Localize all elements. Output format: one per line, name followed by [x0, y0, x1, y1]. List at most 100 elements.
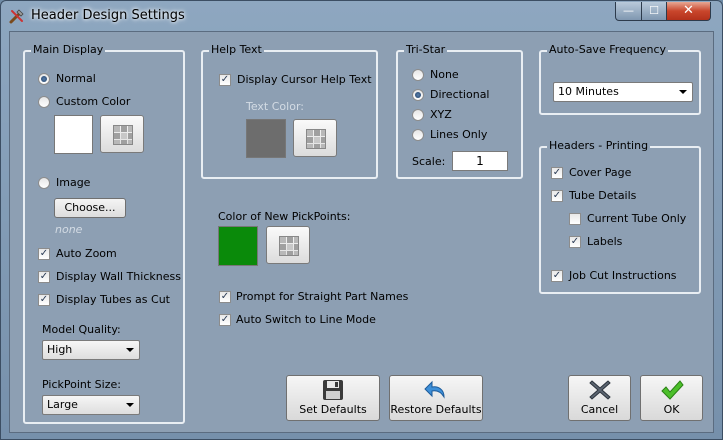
- set-defaults-button[interactable]: Set Defaults: [286, 375, 380, 421]
- custom-color-radio[interactable]: [38, 96, 50, 108]
- help-text-title: Help Text: [209, 43, 264, 56]
- image-name: none: [55, 223, 83, 236]
- main-display-group: Main Display Normal Custom Color Image C…: [23, 43, 185, 424]
- model-quality-label: Model Quality:: [42, 323, 121, 336]
- tristar-group: Tri-Star None Directional XYZ Lines Only…: [396, 43, 523, 179]
- checkmark-icon: ✓: [552, 270, 562, 281]
- tristar-lines-only-radio[interactable]: [412, 129, 424, 141]
- current-tube-only-checkbox[interactable]: [569, 213, 581, 225]
- checkmark-icon: ✓: [552, 167, 562, 178]
- minimize-icon: —: [623, 4, 634, 17]
- save-icon: [323, 380, 343, 400]
- close-button[interactable]: ✕: [666, 2, 711, 21]
- cancel-label: Cancel: [580, 403, 619, 416]
- labels-label: Labels: [587, 235, 623, 248]
- minimize-button[interactable]: —: [615, 2, 642, 21]
- close-icon: ✕: [683, 3, 694, 18]
- tube-details-label: Tube Details: [569, 189, 637, 202]
- scale-input[interactable]: 1: [452, 151, 508, 171]
- close-x-icon: [588, 380, 611, 400]
- maximize-button[interactable]: ☐: [641, 2, 667, 21]
- checkmark-icon: ✓: [39, 271, 49, 282]
- tristar-title: Tri-Star: [404, 43, 448, 56]
- title-bar[interactable]: Header Design Settings — ☐ ✕: [1, 1, 722, 31]
- scale-label: Scale:: [412, 155, 446, 168]
- restore-defaults-button[interactable]: Restore Defaults: [389, 375, 483, 421]
- display-wall-thickness-checkbox[interactable]: ✓: [38, 271, 50, 283]
- job-cut-instructions-checkbox[interactable]: ✓: [551, 270, 563, 282]
- checkmark-icon: ✓: [39, 248, 49, 259]
- autosave-value: 10 Minutes: [558, 85, 619, 98]
- pickpoint-size-select[interactable]: Large: [42, 395, 140, 415]
- tristar-xyz-radio[interactable]: [412, 109, 424, 121]
- job-cut-instructions-label: Job Cut Instructions: [569, 269, 677, 282]
- cover-page-checkbox[interactable]: ✓: [551, 167, 563, 179]
- main-display-title: Main Display: [31, 43, 106, 56]
- image-label: Image: [56, 176, 91, 189]
- chevron-down-icon: [679, 90, 687, 94]
- headers-printing-group: Headers - Printing ✓ Cover Page ✓ Tube D…: [539, 139, 701, 294]
- undo-icon: [424, 380, 445, 399]
- auto-zoom-checkbox[interactable]: ✓: [38, 248, 50, 260]
- window-title: Header Design Settings: [31, 8, 185, 23]
- cancel-button[interactable]: Cancel: [568, 375, 631, 421]
- help-text-group: Help Text ✓ Display Cursor Help Text Tex…: [201, 43, 378, 179]
- custom-color-picker-button[interactable]: [100, 115, 144, 153]
- headers-printing-title: Headers - Printing: [547, 139, 651, 152]
- auto-zoom-label: Auto Zoom: [56, 247, 117, 260]
- checkmark-icon: ✓: [220, 314, 230, 325]
- model-quality-value: High: [47, 343, 73, 356]
- labels-checkbox[interactable]: ✓: [569, 236, 581, 248]
- choose-image-label: Choose...: [64, 201, 116, 214]
- tube-details-checkbox[interactable]: ✓: [551, 190, 563, 202]
- prompt-straight-checkbox[interactable]: ✓: [219, 291, 231, 303]
- auto-switch-checkbox[interactable]: ✓: [219, 314, 231, 326]
- tristar-directional-label: Directional: [430, 88, 490, 101]
- restore-defaults-label: Restore Defaults: [390, 403, 482, 416]
- pickpoint-size-value: Large: [47, 398, 78, 411]
- tristar-directional-radio[interactable]: [412, 89, 424, 101]
- text-color-swatch: [246, 119, 286, 158]
- normal-label: Normal: [56, 72, 96, 85]
- image-radio[interactable]: [38, 177, 50, 189]
- pickpoint-color-swatch: [218, 226, 258, 266]
- text-color-label: Text Color:: [246, 100, 304, 113]
- current-tube-only-label: Current Tube Only: [587, 212, 687, 225]
- maximize-icon: ☐: [649, 4, 659, 17]
- text-color-picker-button[interactable]: [293, 119, 337, 157]
- checkmark-icon: [660, 380, 684, 400]
- chevron-down-icon: [126, 403, 134, 407]
- prompt-straight-label: Prompt for Straight Part Names: [236, 290, 409, 303]
- custom-color-label: Custom Color: [56, 95, 131, 108]
- checkmark-icon: ✓: [570, 236, 580, 247]
- set-defaults-label: Set Defaults: [299, 403, 367, 416]
- checkmark-icon: ✓: [220, 291, 230, 302]
- display-cursor-help-label: Display Cursor Help Text: [237, 73, 372, 86]
- checkmark-icon: ✓: [220, 74, 230, 85]
- model-quality-select[interactable]: High: [42, 340, 140, 360]
- normal-radio[interactable]: [38, 73, 50, 85]
- pickpoint-color-label: Color of New PickPoints:: [218, 210, 351, 223]
- checkmark-icon: ✓: [552, 190, 562, 201]
- tristar-lines-only-label: Lines Only: [430, 128, 488, 141]
- display-tubes-as-cut-checkbox[interactable]: ✓: [38, 294, 50, 306]
- pickpoint-size-label: PickPoint Size:: [42, 378, 121, 391]
- checkmark-icon: ✓: [39, 294, 49, 305]
- pickpoint-color-picker-button[interactable]: [266, 226, 310, 264]
- choose-image-button[interactable]: Choose...: [54, 198, 126, 218]
- autosave-select[interactable]: 10 Minutes: [553, 82, 693, 102]
- display-wall-thickness-label: Display Wall Thickness: [56, 270, 181, 283]
- display-cursor-help-checkbox[interactable]: ✓: [219, 74, 231, 86]
- auto-switch-label: Auto Switch to Line Mode: [236, 313, 376, 326]
- autosave-title: Auto-Save Frequency: [547, 43, 669, 56]
- ok-label: OK: [663, 403, 680, 416]
- autosave-group: Auto-Save Frequency 10 Minutes: [539, 43, 701, 115]
- ok-button[interactable]: OK: [640, 375, 703, 421]
- color-grid-icon: [306, 129, 326, 149]
- tristar-none-radio[interactable]: [412, 69, 424, 81]
- display-tubes-as-cut-label: Display Tubes as Cut: [56, 293, 170, 306]
- dialog-window: Header Design Settings — ☐ ✕ Main Displa…: [0, 0, 723, 440]
- color-grid-icon: [113, 125, 133, 145]
- scale-value: 1: [476, 154, 484, 168]
- tristar-xyz-label: XYZ: [430, 108, 452, 121]
